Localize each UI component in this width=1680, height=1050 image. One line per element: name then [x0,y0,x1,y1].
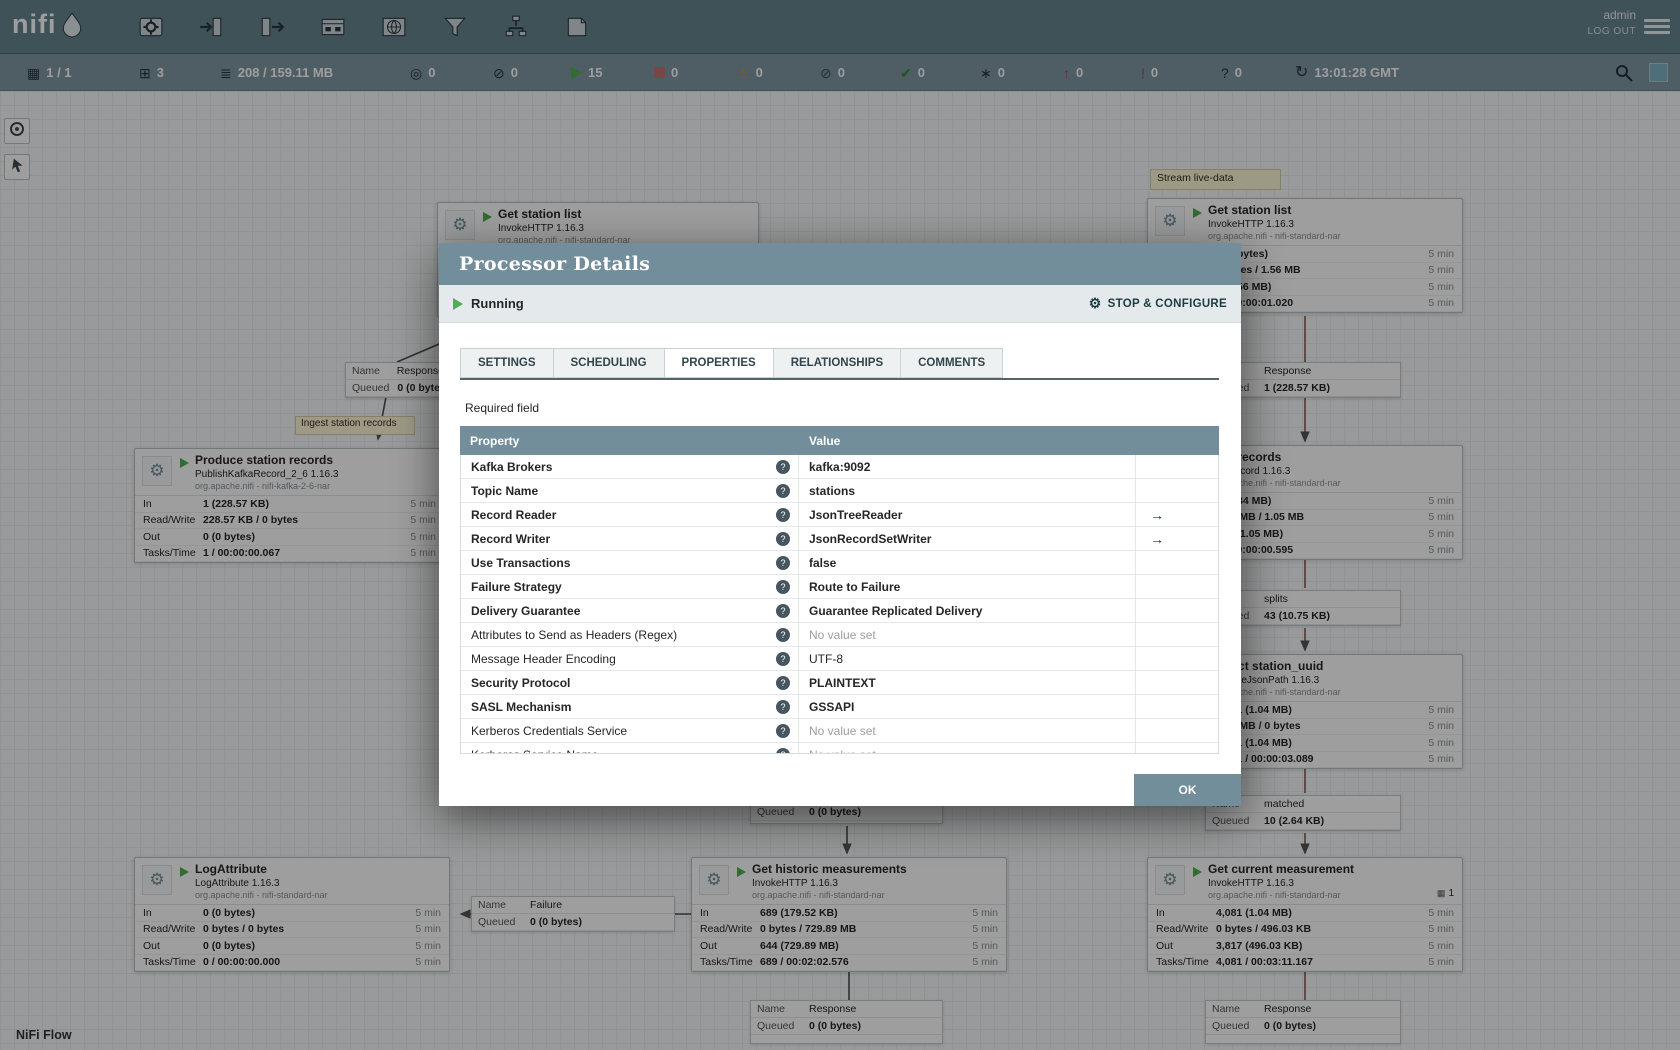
tab-scheduling[interactable]: SCHEDULING [552,348,664,378]
go-to-service-icon[interactable]: → [1150,531,1164,547]
property-value: No value set [799,719,1136,742]
property-row[interactable]: Kerberos Credentials Service No value set [461,719,1218,743]
property-value: Guarantee Replicated Delivery [799,599,1136,622]
stop-and-configure-label: STOP & CONFIGURE [1107,297,1227,310]
property-value: UTF-8 [799,647,1136,670]
help-icon[interactable] [776,531,790,546]
property-name: Attributes to Send as Headers (Regex) [471,627,678,642]
properties-table-body: Kafka Brokers kafka:9092 Topic Name statio… [460,455,1219,754]
property-value: kafka:9092 [799,455,1136,478]
property-value: stations [799,479,1136,502]
property-value: GSSAPI [799,695,1136,718]
property-name: Kerberos Service Name [471,748,598,754]
help-icon[interactable] [776,747,790,753]
property-name: Kafka Brokers [471,459,553,474]
property-row[interactable]: Use Transactions false [461,551,1218,575]
property-row[interactable]: Kerberos Service Name No value set [461,743,1218,754]
property-name: Delivery Guarantee [471,603,581,618]
go-to-service-icon[interactable]: → [1150,507,1164,523]
gear-icon: ⚙ [1088,295,1102,311]
tab-relationships[interactable]: RELATIONSHIPS [772,348,901,378]
property-value: No value set [799,623,1136,646]
property-name: Message Header Encoding [471,651,616,666]
property-name: Failure Strategy [471,579,562,594]
property-row[interactable]: Attributes to Send as Headers (Regex) No … [461,623,1218,647]
property-value: false [799,551,1136,574]
property-value: Route to Failure [799,575,1136,598]
property-name: Security Protocol [471,675,571,690]
help-icon[interactable] [776,483,790,498]
column-header-property: Property [470,433,520,448]
help-icon[interactable] [776,459,790,474]
help-icon[interactable] [776,651,790,666]
help-icon[interactable] [776,555,790,570]
property-row[interactable]: Failure Strategy Route to Failure [461,575,1218,599]
required-field-note: Required field [465,401,540,415]
property-name: Record Writer [471,531,551,546]
property-name: Use Transactions [471,555,571,570]
property-row[interactable]: Record Reader JsonTreeReader → [461,503,1218,527]
property-value: PLAINTEXT [799,671,1136,694]
property-row[interactable]: Record Writer JsonRecordSetWriter → [461,527,1218,551]
property-name: Topic Name [471,483,539,498]
tab-properties[interactable]: PROPERTIES [663,348,773,378]
tab-comments[interactable]: COMMENTS [900,348,1004,378]
tab-settings[interactable]: SETTINGS [460,348,553,378]
processor-details-dialog: Processor Details Running ⚙ STOP & CONFIG… [439,243,1241,806]
property-row[interactable]: Delivery Guarantee Guarantee Replicated D… [461,599,1218,623]
properties-table-header: Property Value [460,426,1219,455]
help-icon[interactable] [776,723,790,738]
running-status-icon [453,297,463,310]
property-value: JsonRecordSetWriter [799,527,1136,550]
help-icon[interactable] [776,699,790,714]
property-row[interactable]: Kafka Brokers kafka:9092 [461,455,1218,479]
column-header-value: Value [809,433,841,448]
property-row[interactable]: Topic Name stations [461,479,1218,503]
dialog-title: Processor Details [459,253,651,275]
dialog-status-bar: Running ⚙ STOP & CONFIGURE [439,285,1241,323]
help-icon[interactable] [776,675,790,690]
run-status-text: Running [471,296,524,311]
help-icon[interactable] [776,579,790,594]
help-icon[interactable] [776,627,790,642]
stop-and-configure-button[interactable]: ⚙ STOP & CONFIGURE [1089,295,1227,312]
property-name: Kerberos Credentials Service [471,723,628,738]
property-row[interactable]: Security Protocol PLAINTEXT [461,671,1218,695]
dialog-tabs: SETTINGS SCHEDULING PROPERTIES RELATIONS… [460,348,1219,380]
property-row[interactable]: SASL Mechanism GSSAPI [461,695,1218,719]
ok-button[interactable]: OK [1134,774,1241,806]
property-value: No value set [799,743,1136,753]
property-name: Record Reader [471,507,557,522]
properties-table: Property Value Kafka Brokers kafka:9092 T… [460,426,1219,754]
help-icon[interactable] [776,507,790,522]
help-icon[interactable] [776,603,790,618]
property-name: SASL Mechanism [471,699,572,714]
property-value: JsonTreeReader [799,503,1136,526]
property-row[interactable]: Message Header Encoding UTF-8 [461,647,1218,671]
dialog-header: Processor Details [439,243,1241,285]
